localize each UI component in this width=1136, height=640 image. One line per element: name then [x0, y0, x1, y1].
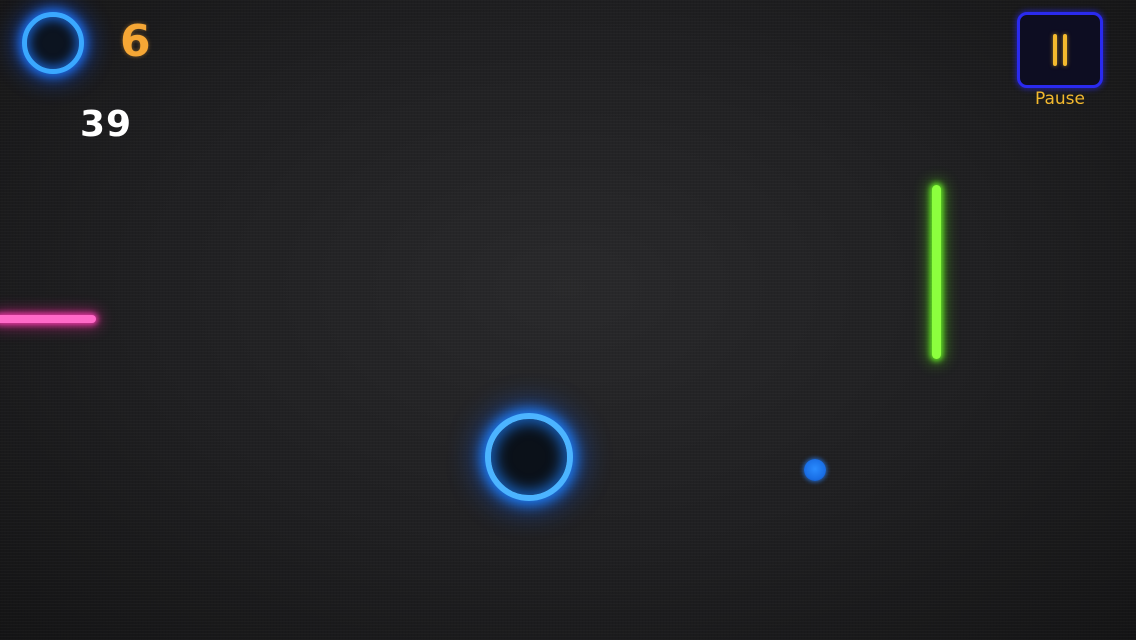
- lives-count: 6: [120, 16, 151, 67]
- pause-label[interactable]: Pause: [1017, 88, 1103, 110]
- game-stage[interactable]: 6 39 Pause: [0, 0, 1136, 640]
- ball: [804, 459, 826, 481]
- pause-icon: [1051, 34, 1069, 66]
- lives-ring-icon: [22, 12, 84, 74]
- score-counter: 39: [80, 104, 133, 145]
- green-neon-bar: [932, 185, 941, 359]
- pink-neon-bar: [0, 315, 96, 323]
- pause-icon-bar-left: [1053, 34, 1057, 66]
- pause-button[interactable]: [1017, 12, 1103, 88]
- pause-icon-bar-right: [1063, 34, 1067, 66]
- player-ring[interactable]: [485, 413, 573, 501]
